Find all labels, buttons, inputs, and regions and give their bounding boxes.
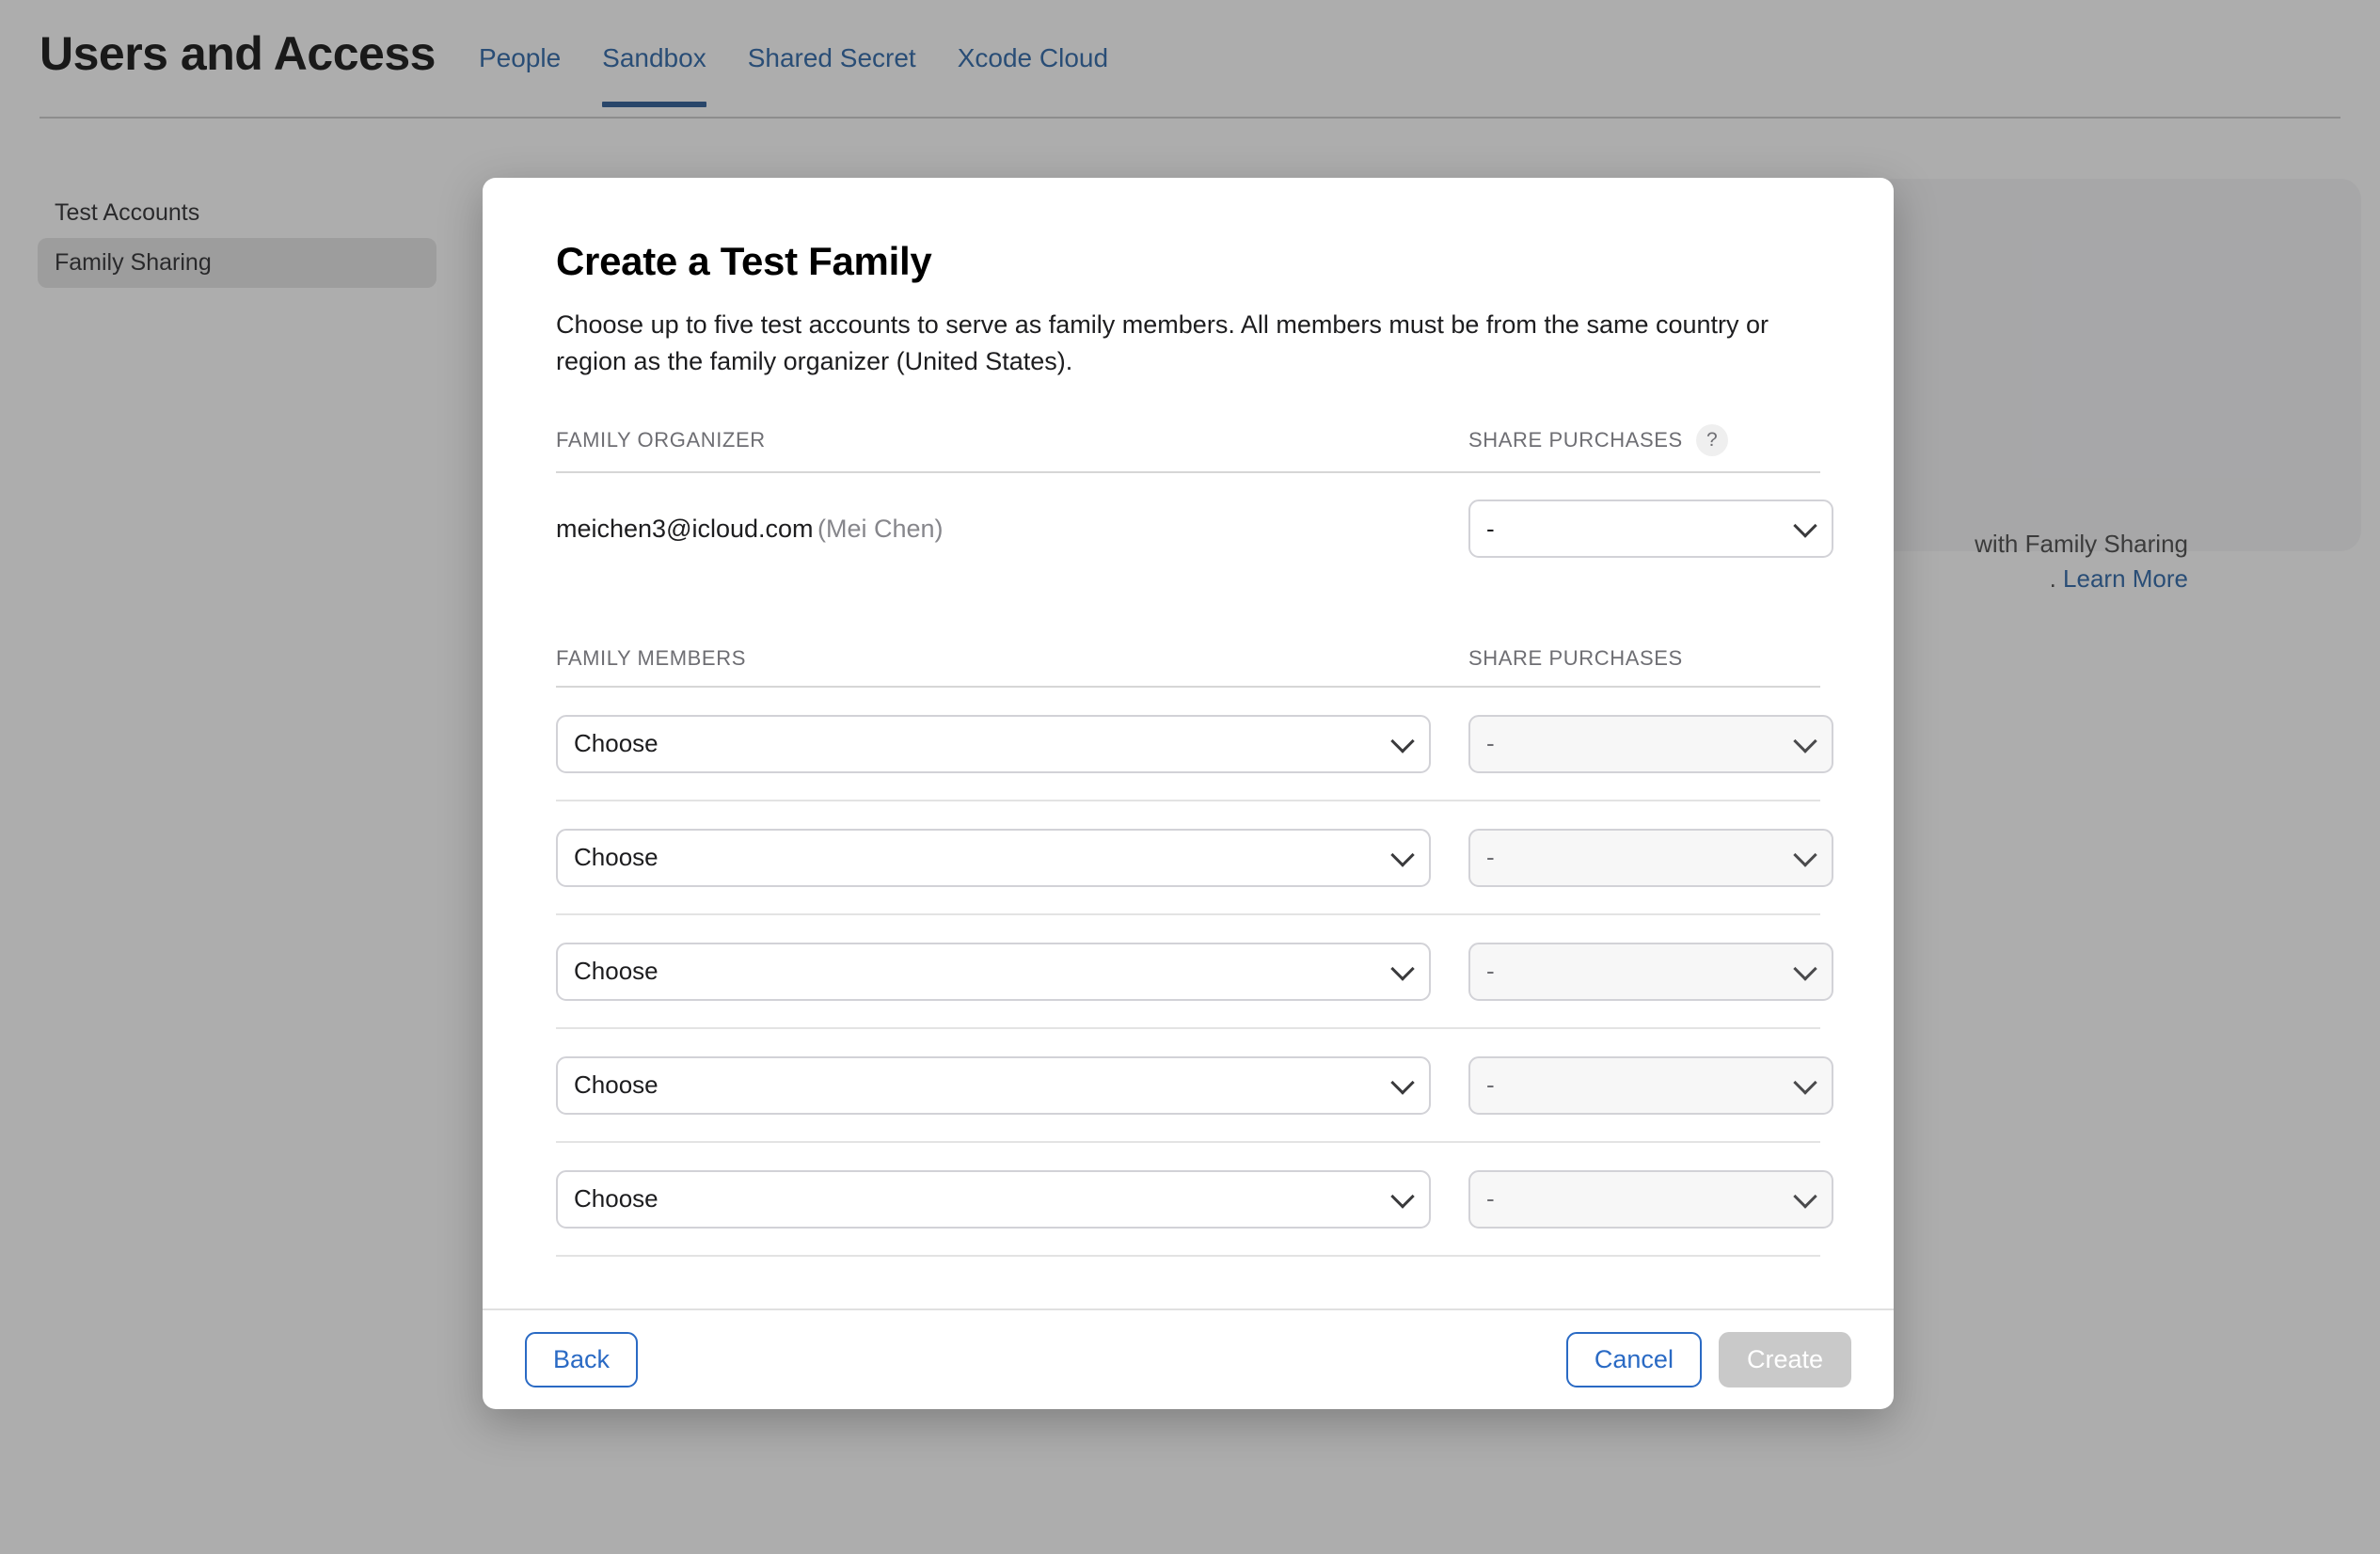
create-button[interactable]: Create [1719, 1332, 1851, 1388]
family-member-row: Choose - [556, 1029, 1820, 1143]
organizer-share-purchases-cell: - [1468, 500, 1833, 558]
chevron-down-icon [1793, 843, 1817, 866]
family-members-column-header: FAMILY MEMBERS [556, 646, 1468, 671]
family-members-label: FAMILY MEMBERS [556, 646, 746, 670]
chevron-down-icon [1390, 729, 1414, 753]
member-share-purchases-select-4[interactable]: - [1468, 1056, 1833, 1115]
member-share-cell: - [1468, 1056, 1833, 1115]
chevron-down-icon [1390, 1184, 1414, 1208]
member-share-purchases-value-3: - [1486, 957, 1495, 986]
member-account-select-3[interactable]: Choose [556, 943, 1431, 1001]
create-test-family-dialog: Create a Test Family Choose up to five t… [483, 178, 1894, 1409]
chevron-down-icon [1793, 957, 1817, 980]
member-share-purchases-select-2[interactable]: - [1468, 829, 1833, 887]
organizer-share-purchases-select[interactable]: - [1468, 500, 1833, 558]
footer-actions: Cancel Create [1566, 1332, 1851, 1388]
member-share-purchases-value-1: - [1486, 729, 1495, 758]
member-select-cell: Choose [556, 1056, 1468, 1115]
member-account-value-5: Choose [574, 1184, 658, 1213]
dialog-body: Create a Test Family Choose up to five t… [483, 178, 1894, 1308]
organizer-name: (Mei Chen) [817, 515, 944, 543]
members-share-purchases-column-header: SHARE PURCHASES [1468, 646, 1820, 671]
dialog-footer: Back Cancel Create [483, 1308, 1894, 1409]
member-share-cell: - [1468, 943, 1833, 1001]
member-share-purchases-select-1[interactable]: - [1468, 715, 1833, 773]
family-members-section-header: FAMILY MEMBERS SHARE PURCHASES [556, 646, 1820, 688]
member-account-select-5[interactable]: Choose [556, 1170, 1431, 1229]
organizer-share-purchases-column-header: SHARE PURCHASES ? [1468, 424, 1820, 456]
member-account-select-2[interactable]: Choose [556, 829, 1431, 887]
member-account-select-1[interactable]: Choose [556, 715, 1431, 773]
chevron-down-icon [1390, 1070, 1414, 1094]
organizer-identity: meichen3@icloud.com (Mei Chen) [556, 515, 1468, 544]
chevron-down-icon [1390, 957, 1414, 980]
member-share-cell: - [1468, 715, 1833, 773]
member-select-cell: Choose [556, 715, 1468, 773]
dialog-title: Create a Test Family [556, 239, 1820, 284]
family-organizer-label: FAMILY ORGANIZER [556, 428, 766, 452]
member-account-value-2: Choose [574, 843, 658, 872]
organizer-email: meichen3@icloud.com [556, 515, 814, 543]
family-organizer-row: meichen3@icloud.com (Mei Chen) - [556, 473, 1820, 584]
member-account-value-3: Choose [574, 957, 658, 986]
family-member-row: Choose - [556, 1143, 1820, 1257]
section-spacer [556, 584, 1820, 646]
chevron-down-icon [1793, 514, 1817, 537]
organizer-share-purchases-value: - [1486, 515, 1495, 544]
member-share-purchases-value-4: - [1486, 1070, 1495, 1100]
member-select-cell: Choose [556, 943, 1468, 1001]
dialog-description: Choose up to five test accounts to serve… [556, 307, 1817, 379]
family-organizer-column-header: FAMILY ORGANIZER [556, 428, 1468, 452]
member-select-cell: Choose [556, 829, 1468, 887]
family-member-row: Choose - [556, 801, 1820, 915]
back-button[interactable]: Back [525, 1332, 638, 1388]
chevron-down-icon [1793, 729, 1817, 753]
chevron-down-icon [1793, 1184, 1817, 1208]
member-share-purchases-select-3[interactable]: - [1468, 943, 1833, 1001]
member-account-value-1: Choose [574, 729, 658, 758]
member-share-purchases-value-2: - [1486, 843, 1495, 872]
family-member-row: Choose - [556, 915, 1820, 1029]
members-share-purchases-label: SHARE PURCHASES [1468, 646, 1683, 671]
member-account-value-4: Choose [574, 1070, 658, 1100]
member-share-purchases-select-5[interactable]: - [1468, 1170, 1833, 1229]
cancel-button[interactable]: Cancel [1566, 1332, 1702, 1388]
member-share-cell: - [1468, 1170, 1833, 1229]
chevron-down-icon [1793, 1070, 1817, 1094]
question-mark-icon[interactable]: ? [1696, 424, 1728, 456]
organizer-share-purchases-label: SHARE PURCHASES [1468, 428, 1683, 452]
member-share-purchases-value-5: - [1486, 1184, 1495, 1213]
member-select-cell: Choose [556, 1170, 1468, 1229]
family-member-row: Choose - [556, 688, 1820, 801]
chevron-down-icon [1390, 843, 1414, 866]
member-share-cell: - [1468, 829, 1833, 887]
member-account-select-4[interactable]: Choose [556, 1056, 1431, 1115]
family-organizer-section-header: FAMILY ORGANIZER SHARE PURCHASES ? [556, 424, 1820, 473]
